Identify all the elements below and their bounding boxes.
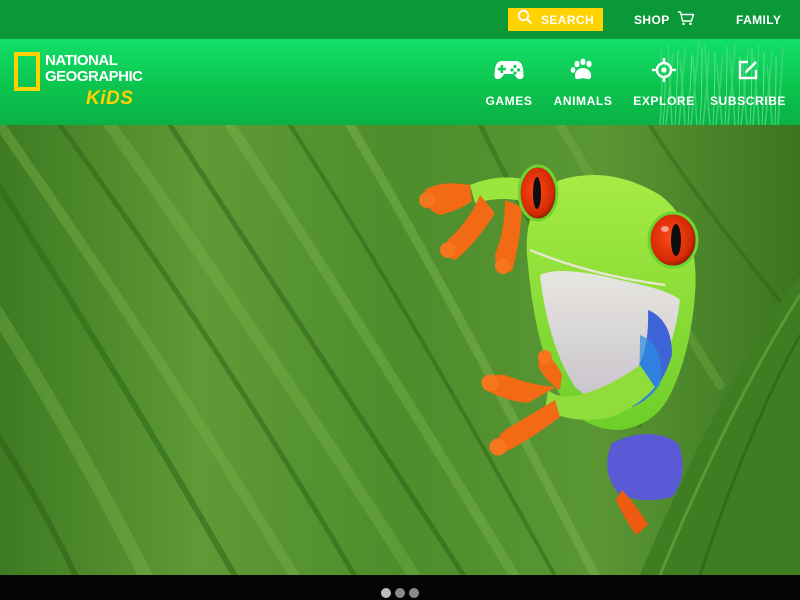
frog-on-leaf-illustration (0, 125, 800, 575)
logo-line-national: NATIONAL (45, 52, 118, 69)
edit-icon (733, 57, 763, 83)
natgeo-kids-logo[interactable]: NATIONAL GEOGRAPHIC KiDS (14, 52, 154, 112)
nav-label-subscribe: SUBSCRIBE (709, 94, 787, 108)
logo-line-geographic: GEOGRAPHIC (45, 68, 143, 85)
nav-label-animals: ANIMALS (553, 94, 613, 108)
yellow-border-logo-mark (14, 52, 40, 91)
nav-item-explore[interactable]: EXPLORE (632, 57, 696, 109)
nav-label-explore: EXPLORE (633, 94, 695, 108)
crosshair-icon (649, 57, 679, 83)
family-link-label: FAMILY (736, 13, 782, 27)
carousel-dot-1[interactable] (381, 588, 391, 598)
hero-image[interactable] (0, 125, 800, 575)
shop-link[interactable]: SHOP (634, 10, 695, 30)
shop-link-label: SHOP (634, 13, 670, 27)
cart-icon (677, 10, 695, 31)
paw-icon (568, 57, 598, 83)
gamepad-icon (494, 57, 524, 83)
search-button[interactable]: SEARCH (508, 8, 603, 31)
utility-bar: SEARCH SHOP FAMILY (0, 0, 800, 39)
search-icon (517, 9, 533, 30)
carousel-dot-2[interactable] (395, 588, 405, 598)
nav-item-subscribe[interactable]: SUBSCRIBE (708, 57, 788, 109)
nav-item-animals[interactable]: ANIMALS (524, 57, 642, 109)
logo-kids: KiDS (86, 88, 134, 109)
search-button-label: SEARCH (540, 12, 595, 27)
main-nav: NATIONAL GEOGRAPHIC KiDS GAMES ANIMALS E… (0, 39, 800, 125)
family-link[interactable]: FAMILY (736, 10, 781, 30)
carousel-bar (0, 575, 800, 600)
logo-wordmark: NATIONAL GEOGRAPHIC (45, 53, 143, 85)
carousel-dot-3[interactable] (409, 588, 419, 598)
